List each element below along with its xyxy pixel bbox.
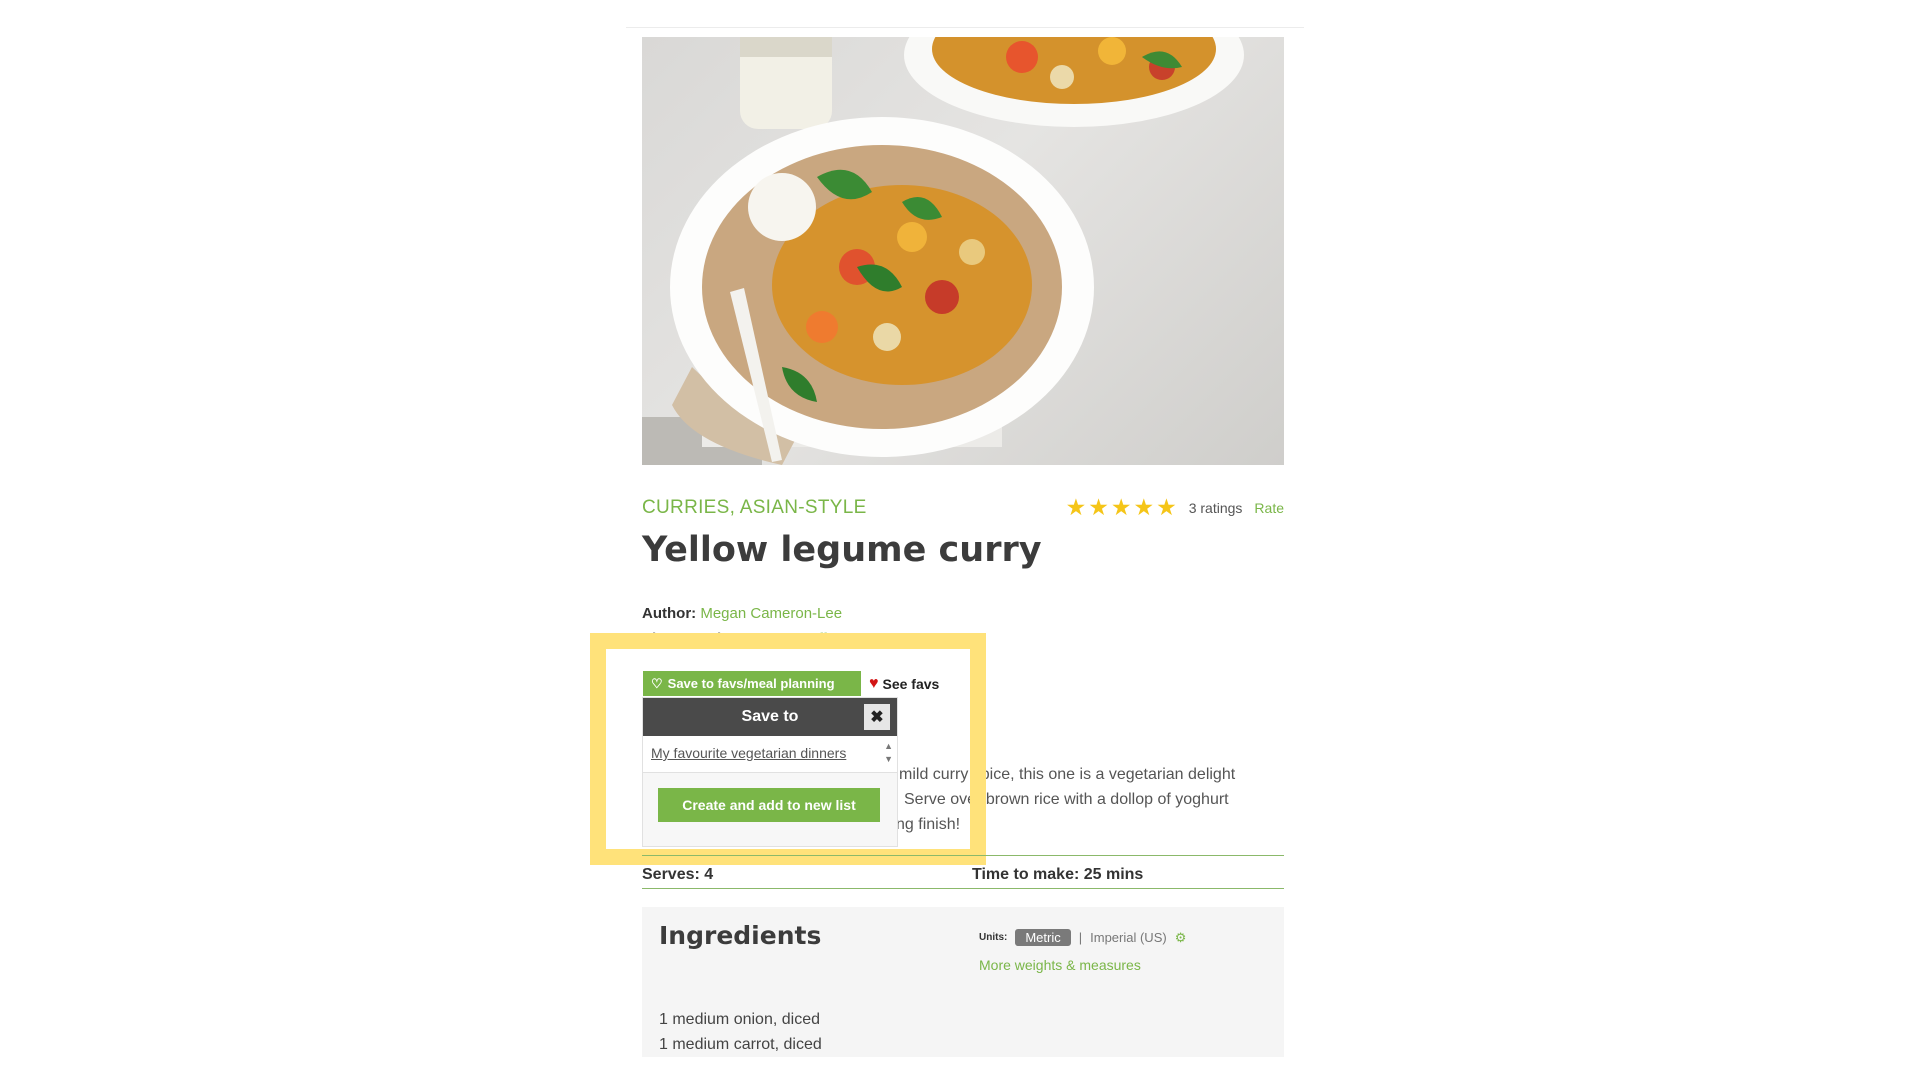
- time-to-make: Time to make: 25 mins: [972, 866, 1144, 883]
- author-label: Author:: [642, 605, 697, 622]
- recipe-title: Yellow legume curry: [642, 530, 1042, 570]
- divider: [642, 888, 1284, 889]
- star-icon: ★: [1110, 494, 1132, 520]
- ingredient-item: 1 medium onion, diced: [659, 1011, 820, 1028]
- top-divider: [626, 27, 1304, 28]
- star-icon: ★: [1088, 494, 1109, 520]
- rate-link[interactable]: Rate: [1254, 500, 1284, 516]
- author-line: Author: Megan Cameron-Lee: [642, 605, 842, 622]
- recipe-hero-image: [642, 37, 1284, 465]
- more-weights-link[interactable]: More weights & measures: [979, 957, 1141, 973]
- serves-info: Serves: 4: [642, 866, 714, 883]
- units-toggle: Units: Metric | Imperial (US) ⚙: [979, 929, 1186, 946]
- star-rating[interactable]: ★ ★ ★ ★ ★: [1066, 496, 1177, 519]
- units-label: Units:: [979, 932, 1008, 943]
- star-icon: ★: [1065, 494, 1087, 520]
- ingredient-list: 1 medium onion, diced 1 medium carrot, d…: [659, 1007, 822, 1057]
- ingredients-panel: Ingredients Units: Metric | Imperial (US…: [642, 907, 1284, 1057]
- units-separator: |: [1078, 930, 1083, 945]
- ingredient-item: 1 medium carrot, diced: [659, 1036, 822, 1053]
- star-icon: ★: [1133, 494, 1155, 520]
- ratings-count: 3 ratings: [1188, 499, 1243, 516]
- divider: [642, 855, 1284, 856]
- star-icon: ★: [1156, 494, 1177, 520]
- metric-option[interactable]: Metric: [1015, 929, 1071, 946]
- ingredients-heading: Ingredients: [659, 921, 822, 950]
- highlight-overlay: [590, 633, 986, 865]
- recipe-category-link[interactable]: CURRIES, ASIAN-STYLE: [642, 497, 867, 519]
- gear-icon[interactable]: ⚙: [1175, 930, 1187, 946]
- imperial-option[interactable]: Imperial (US): [1090, 930, 1167, 945]
- rating-bar: ★ ★ ★ ★ ★ 3 ratings Rate: [1066, 496, 1284, 519]
- author-link[interactable]: Megan Cameron-Lee: [700, 605, 842, 622]
